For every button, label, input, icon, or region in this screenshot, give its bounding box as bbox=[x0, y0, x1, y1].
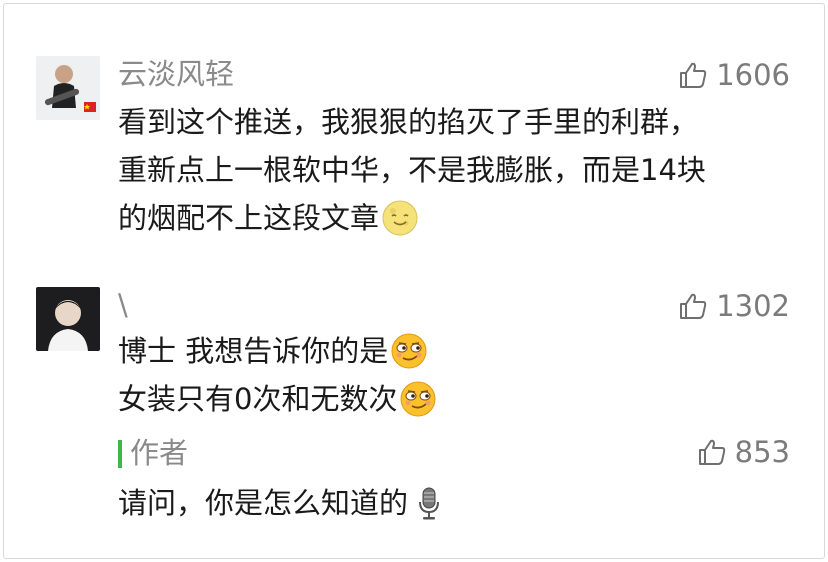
author-reply-bar bbox=[118, 440, 122, 468]
thumbs-up-icon bbox=[698, 439, 725, 465]
like-button[interactable]: 853 bbox=[697, 435, 790, 469]
smirk-emoji bbox=[391, 333, 427, 369]
avatar[interactable] bbox=[36, 56, 100, 120]
like-count: 853 bbox=[734, 435, 790, 469]
moon-smile-emoji bbox=[382, 200, 418, 236]
comment-panel: 云淡风轻 1606 看到这个推送，我狠狠的掐灭了手里的利群， 重新点上一根软中华… bbox=[3, 3, 825, 559]
comment-line-with-emoji: 女装只有0次和无数次 bbox=[118, 375, 798, 423]
comment-text: 看到这个推送，我狠狠的掐灭了手里的利群， 重新点上一根软中华，不是我膨胀，而是1… bbox=[118, 98, 798, 242]
comment-line-with-emoji: 博士 我想告诉你的是 bbox=[118, 327, 798, 375]
smirk-emoji bbox=[400, 381, 436, 417]
comment-line-with-emoji: 的烟配不上这段文章 bbox=[118, 194, 798, 242]
nickname[interactable]: \ bbox=[118, 287, 128, 323]
like-count: 1606 bbox=[716, 58, 790, 92]
avatar[interactable] bbox=[36, 287, 100, 351]
comment-line: 重新点上一根软中华，不是我膨胀，而是14块 bbox=[118, 153, 706, 187]
comment-line: 的烟配不上这段文章 bbox=[118, 201, 380, 235]
comment-line: 女装只有0次和无数次 bbox=[118, 382, 398, 416]
comment-text: 博士 我想告诉你的是 女装只有0次和无数次 bbox=[118, 327, 798, 423]
nickname[interactable]: 云淡风轻 bbox=[118, 56, 234, 92]
thumbs-up-icon bbox=[680, 62, 707, 88]
like-button[interactable]: 1302 bbox=[678, 289, 790, 323]
thumbs-up-icon bbox=[680, 293, 707, 319]
like-button[interactable]: 1606 bbox=[678, 58, 790, 92]
like-count: 1302 bbox=[716, 289, 790, 323]
microphone-emoji bbox=[419, 487, 440, 520]
comment-line: 看到这个推送，我狠狠的掐灭了手里的利群， bbox=[118, 105, 699, 139]
reply-text: 请问，你是怎么知道的 bbox=[118, 479, 448, 527]
comment-line: 博士 我想告诉你的是 bbox=[118, 334, 389, 368]
author-label: 作者 bbox=[130, 436, 189, 470]
reply-line: 请问，你是怎么知道的 bbox=[118, 486, 409, 520]
